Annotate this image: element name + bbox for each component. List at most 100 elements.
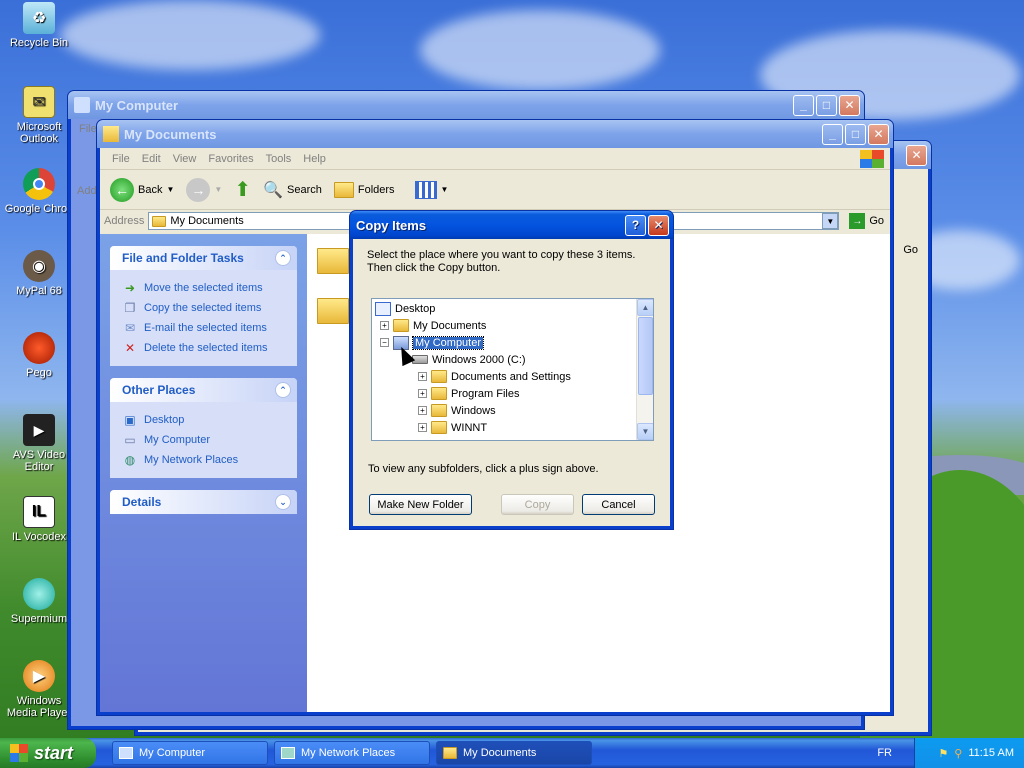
menu-tools[interactable]: Tools (260, 153, 298, 165)
outlook-icon: ✉ (23, 86, 55, 118)
menu-favorites[interactable]: Favorites (202, 153, 259, 165)
close-icon[interactable]: ✕ (839, 94, 860, 116)
clock[interactable]: 11:15 AM (968, 747, 1014, 759)
folder-icon (431, 404, 447, 417)
folder-icon[interactable] (317, 248, 349, 274)
expand-plus-icon[interactable]: + (418, 389, 427, 398)
tree-scrollbar[interactable]: ▲ ▼ (636, 299, 653, 440)
tray-network-icon[interactable]: ⚑ (938, 747, 948, 760)
address-dropdown-icon[interactable]: ▼ (822, 213, 839, 229)
up-button[interactable]: ⬆ (230, 175, 255, 204)
collapse-chevron-icon[interactable]: ⌃ (275, 250, 291, 266)
details-header[interactable]: Details ⌄ (110, 490, 297, 514)
supermium-icon (23, 578, 55, 610)
language-indicator[interactable]: FR (877, 747, 892, 759)
close-icon[interactable]: ✕ (648, 214, 669, 236)
start-button[interactable]: start (0, 738, 96, 768)
menu-help[interactable]: Help (297, 153, 332, 165)
desktop-icon-chrome[interactable]: Google Chron (2, 168, 76, 215)
tree-item-windows[interactable]: + Windows (418, 402, 496, 419)
scroll-thumb[interactable] (638, 317, 653, 395)
maximize-icon[interactable]: □ (816, 94, 837, 116)
menu-view[interactable]: View (167, 153, 203, 165)
move-icon: ➜ (124, 281, 136, 295)
help-icon[interactable]: ? (625, 214, 646, 236)
place-my-computer[interactable]: ▭ My Computer (122, 430, 285, 450)
tree-item-drive-c[interactable]: Windows 2000 (C:) (412, 351, 526, 368)
desktop-icon-outlook[interactable]: ✉ Microsoft Outlook (2, 86, 76, 145)
tray-search-icon[interactable]: ⚲ (954, 747, 962, 760)
copy-icon: ❐ (124, 301, 136, 315)
tree-item-program-files[interactable]: + Program Files (418, 385, 519, 402)
maximize-icon[interactable]: □ (845, 123, 866, 145)
collapse-chevron-icon[interactable]: ⌃ (275, 382, 291, 398)
minimize-icon[interactable]: _ (793, 94, 814, 116)
other-places-header[interactable]: Other Places ⌃ (110, 378, 297, 402)
minimize-icon[interactable]: _ (822, 123, 843, 145)
folder-icon (393, 319, 409, 332)
menu-file[interactable]: File (79, 123, 97, 135)
my-documents-titlebar[interactable]: My Documents _ □ ✕ (97, 120, 893, 148)
expand-plus-icon[interactable]: + (418, 372, 427, 381)
place-network[interactable]: ◍ My Network Places (122, 450, 285, 470)
taskbar-my-network-places[interactable]: My Network Places (274, 741, 430, 765)
go-button[interactable]: → Go (843, 213, 890, 229)
folder-icon[interactable] (317, 298, 349, 324)
task-copy-selected[interactable]: ❐ Copy the selected items (122, 298, 285, 318)
taskbar-my-documents[interactable]: My Documents (436, 741, 592, 765)
folders-button[interactable]: Folders (330, 180, 399, 200)
desktop-icon-vocodex[interactable]: IL IL Vocodex (2, 496, 76, 543)
go-label[interactable]: Go (903, 244, 918, 256)
taskbar-my-computer[interactable]: My Computer (112, 741, 268, 765)
forward-button[interactable]: → ▼ (182, 176, 226, 204)
expand-plus-icon[interactable]: + (380, 321, 389, 330)
scroll-down-icon[interactable]: ▼ (637, 423, 653, 440)
back-button[interactable]: ← Back ▼ (106, 176, 178, 204)
tree-item-desktop[interactable]: Desktop (375, 300, 435, 317)
folder-tree[interactable]: Desktop + My Documents − My Computer Win… (371, 298, 654, 441)
computer-icon: ▭ (124, 433, 136, 447)
desktop-icon-avs[interactable]: ▶ AVS Video Editor (2, 414, 76, 473)
my-computer-titlebar[interactable]: My Computer _ □ ✕ (68, 91, 864, 119)
tree-item-winnt[interactable]: + WINNT (418, 419, 487, 436)
folder-up-icon: ⬆ (234, 179, 252, 201)
desktop-icon-media-player[interactable]: ▶ Windows Media Player (2, 660, 76, 719)
desktop-icon-recycle-bin[interactable]: ♻ Recycle Bin (2, 2, 76, 49)
scroll-up-icon[interactable]: ▲ (637, 299, 653, 316)
place-desktop[interactable]: ▣ Desktop (122, 410, 285, 430)
expand-plus-icon[interactable]: + (418, 423, 427, 432)
tree-item-my-documents[interactable]: + My Documents (380, 317, 486, 334)
views-button[interactable]: ▼ (411, 179, 453, 201)
video-editor-icon: ▶ (23, 414, 55, 446)
cloud (60, 0, 320, 70)
task-email-selected[interactable]: ✉ E-mail the selected items (122, 318, 285, 338)
dialog-instruction: Select the place where you want to copy … (367, 249, 636, 274)
cancel-button[interactable]: Cancel (582, 494, 655, 515)
desktop-icon-pego[interactable]: Pego (2, 332, 76, 379)
collapse-minus-icon[interactable]: − (380, 338, 389, 347)
address-label: Add (77, 185, 97, 197)
close-icon[interactable]: ✕ (906, 144, 927, 166)
vocodex-icon: IL (23, 496, 55, 528)
dialog-titlebar[interactable]: Copy Items ? ✕ (350, 211, 673, 239)
tree-item-documents-and-settings[interactable]: + Documents and Settings (418, 368, 571, 385)
network-icon: ◍ (124, 453, 136, 467)
menu-edit[interactable]: Edit (136, 153, 167, 165)
copy-button[interactable]: Copy (501, 494, 574, 515)
file-folder-tasks-header[interactable]: File and Folder Tasks ⌃ (110, 246, 297, 270)
copy-items-dialog[interactable]: Copy Items ? ✕ Select the place where yo… (349, 210, 674, 530)
close-icon[interactable]: ✕ (868, 123, 889, 145)
task-move-selected[interactable]: ➜ Move the selected items (122, 278, 285, 298)
make-new-folder-button[interactable]: Make New Folder (369, 494, 472, 515)
search-button[interactable]: 🔍 Search (259, 178, 326, 202)
task-delete-selected[interactable]: ✕ Delete the selected items (122, 338, 285, 358)
menu-file[interactable]: File (106, 153, 136, 165)
views-icon (414, 180, 437, 199)
computer-icon (119, 747, 133, 759)
desktop-icon-mypal[interactable]: ◉ MyPal 68 (2, 250, 76, 297)
expand-plus-icon[interactable]: + (418, 406, 427, 415)
desktop-icon (375, 301, 391, 316)
desktop-icon-supermium[interactable]: Supermium (2, 578, 76, 625)
task-pane: File and Folder Tasks ⌃ ➜ Move the select… (100, 234, 307, 712)
expand-chevron-icon[interactable]: ⌄ (275, 494, 291, 510)
